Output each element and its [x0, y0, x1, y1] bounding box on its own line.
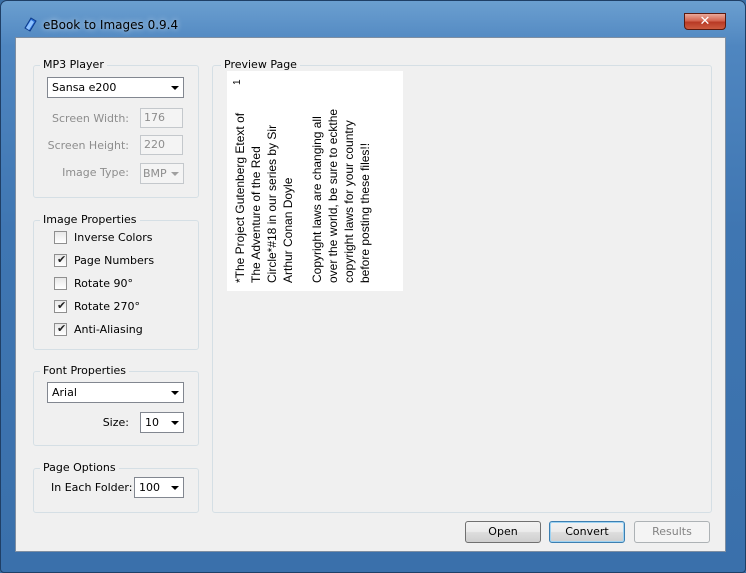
ebook-app-icon — [24, 17, 37, 32]
preview-paragraph-2: Copyright laws are changing all over the… — [310, 108, 372, 283]
close-window-button[interactable]: ✕ — [684, 13, 726, 30]
checkmark-icon: ✔ — [57, 299, 67, 312]
checkbox-box: ✔ — [54, 253, 67, 267]
font-size-label: Size: — [102, 416, 129, 429]
folder-count-value: 100 — [139, 481, 160, 494]
screen-width-field[interactable]: 176 — [140, 108, 183, 128]
chevron-down-icon — [171, 486, 179, 490]
preview-paragraph-1: *The Project Gutenberg Etext of The Adve… — [233, 112, 295, 283]
image-type-select[interactable]: BMP — [140, 163, 184, 184]
font-select-value: Arial — [52, 386, 77, 399]
rotate-270-label: Rotate 270° — [74, 300, 141, 313]
checkbox-box: ✔ — [54, 322, 67, 336]
chevron-down-icon — [171, 86, 179, 90]
font-size-value: 10 — [145, 416, 159, 429]
folder-count-select[interactable]: 100 — [134, 477, 184, 498]
convert-button[interactable]: Convert — [549, 521, 625, 543]
close-icon: ✕ — [699, 14, 711, 29]
screen-height-field[interactable]: 220 — [140, 135, 183, 155]
title-bar[interactable]: eBook to Images 0.9.4 ✕ — [1, 1, 745, 37]
screen-height-label: Screen Height: — [47, 139, 129, 152]
results-button[interactable]: Results — [634, 521, 710, 543]
preview-page-image: 1 *The Project Gutenberg Etext of The Ad… — [227, 71, 403, 291]
chevron-down-icon — [171, 391, 179, 395]
checkbox-box — [54, 231, 67, 244]
image-type-value: BMP — [143, 167, 167, 180]
folder-count-label: In Each Folder: — [51, 481, 133, 494]
font-size-select[interactable]: 10 — [140, 412, 184, 433]
mp3-player-group-title: MP3 Player — [40, 58, 107, 71]
checkmark-icon: ✔ — [57, 322, 67, 335]
image-type-label: Image Type: — [62, 166, 129, 179]
preview-page-group-title: Preview Page — [221, 58, 300, 71]
font-select[interactable]: Arial — [47, 382, 184, 403]
device-select[interactable]: Sansa e200 — [47, 77, 184, 98]
image-properties-group-title: Image Properties — [40, 213, 140, 226]
chevron-down-icon — [171, 172, 179, 176]
open-button[interactable]: Open — [465, 521, 541, 543]
anti-aliasing-label: Anti-Aliasing — [74, 323, 143, 336]
preview-page-number: 1 — [232, 79, 243, 85]
screen-width-label: Screen Width: — [52, 112, 129, 125]
device-select-value: Sansa e200 — [52, 81, 117, 94]
rotate-90-label: Rotate 90° — [74, 277, 134, 290]
font-properties-group-title: Font Properties — [40, 364, 130, 377]
preview-page-text: 1 *The Project Gutenberg Etext of The Ad… — [227, 71, 403, 291]
checkbox-box — [54, 277, 67, 290]
checkmark-icon: ✔ — [57, 253, 67, 266]
inverse-colors-label: Inverse Colors — [74, 231, 153, 244]
page-options-group-title: Page Options — [40, 461, 119, 474]
checkbox-box: ✔ — [54, 299, 67, 313]
window-title: eBook to Images 0.9.4 — [43, 18, 179, 32]
chevron-down-icon — [171, 421, 179, 425]
page-numbers-label: Page Numbers — [74, 254, 155, 267]
